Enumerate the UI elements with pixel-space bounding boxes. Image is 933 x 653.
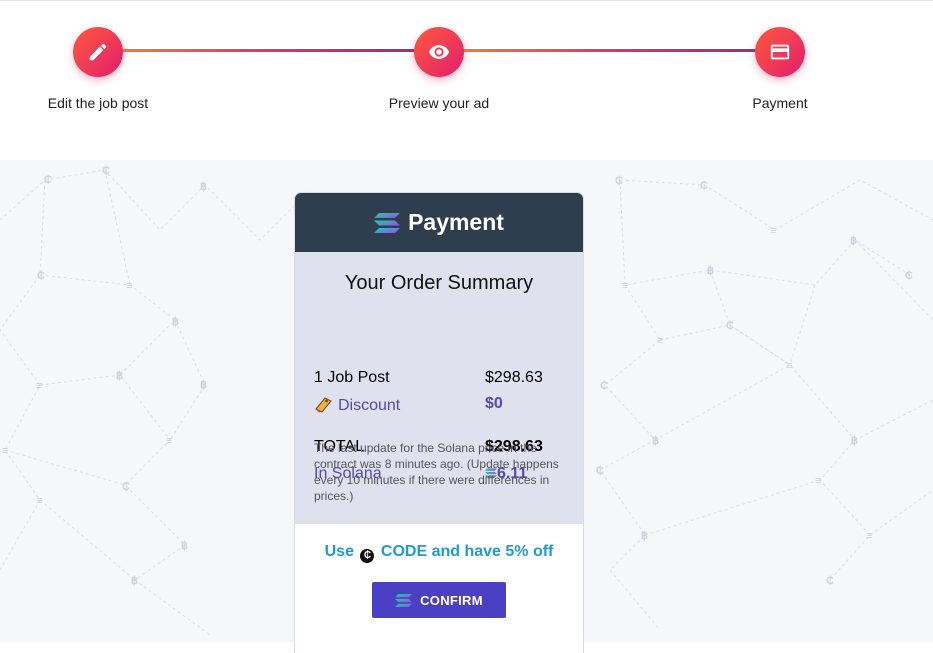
discount-label-wrap: Discount: [314, 395, 400, 415]
svg-text:฿: ฿: [181, 540, 188, 552]
svg-text:₵: ₵: [905, 270, 913, 282]
svg-text:≡: ≡: [126, 280, 132, 292]
order-summary-title: Your Order Summary: [344, 272, 534, 294]
svg-text:₵: ₵: [700, 180, 708, 192]
coin-icon: ₵: [360, 549, 375, 563]
svg-text:₵: ₵: [726, 320, 734, 332]
svg-text:₵: ₵: [600, 380, 608, 392]
discount-label: Discount: [338, 397, 401, 414]
svg-text:≡: ≡: [657, 335, 663, 347]
step-label-edit: Edit the job post: [47, 95, 149, 111]
svg-text:฿: ฿: [131, 575, 138, 587]
order-summary: Your Order Summary 1 Job Post $298.63 Di…: [295, 252, 583, 524]
confirm-label: CONFIRM: [420, 592, 483, 608]
step-label-preview: Preview your ad: [388, 95, 490, 111]
svg-text:฿: ฿: [116, 370, 123, 382]
svg-text:₵: ₵: [596, 465, 604, 477]
payment-card-title: Payment: [408, 209, 504, 235]
payment-card: Payment Your Order Summary 1 Job Post $2…: [295, 193, 583, 653]
promo-suffix: CODE and have 5% off: [380, 543, 554, 560]
price-update-note: The last update for the Solana price in …: [314, 441, 559, 503]
svg-text:₵: ₵: [102, 165, 110, 177]
svg-text:฿: ฿: [652, 435, 659, 447]
solana-button-icon: [395, 593, 413, 607]
confirm-button[interactable]: CONFIRM: [372, 582, 506, 618]
step-edit-button[interactable]: [73, 27, 123, 77]
svg-text:฿: ฿: [200, 379, 207, 391]
svg-text:฿: ฿: [641, 530, 648, 542]
svg-text:≡: ≡: [2, 445, 8, 457]
svg-text:₵: ₵: [826, 575, 834, 587]
svg-text:₵: ₵: [615, 175, 623, 187]
svg-text:≡: ≡: [786, 360, 792, 372]
svg-text:฿: ฿: [707, 265, 714, 277]
step-payment-button[interactable]: [755, 27, 805, 77]
step-connector-1: [98, 49, 439, 52]
svg-text:฿: ฿: [851, 435, 858, 447]
svg-text:₵: ₵: [122, 481, 130, 493]
svg-text:≡: ≡: [36, 495, 42, 507]
promo-prefix: Use: [324, 543, 354, 560]
discount-value: $0: [485, 395, 503, 412]
job-post-label: 1 Job Post: [314, 369, 390, 386]
svg-text:฿: ฿: [200, 181, 207, 193]
svg-text:≡: ≡: [866, 530, 872, 542]
job-post-value: $298.63: [485, 369, 543, 386]
promo-text: Use ₵ CODE and have 5% off: [295, 543, 583, 563]
svg-text:≡: ≡: [815, 475, 821, 487]
svg-text:≡: ≡: [770, 225, 776, 237]
discount-tag-icon: [315, 397, 332, 413]
pencil-icon: [89, 43, 107, 61]
step-label-payment: Payment: [752, 95, 808, 111]
svg-text:≡: ≡: [36, 380, 42, 392]
svg-text:₵: ₵: [37, 270, 45, 282]
credit-card-icon: [770, 44, 790, 60]
progress-stepper: Edit the job post Preview your ad Paymen…: [0, 0, 933, 161]
svg-text:≡: ≡: [166, 435, 172, 447]
payment-card-header: Payment: [295, 193, 583, 252]
svg-text:≡: ≡: [622, 280, 628, 292]
svg-text:฿: ฿: [850, 235, 857, 247]
svg-text:฿: ฿: [172, 316, 179, 328]
step-preview-button[interactable]: [414, 27, 464, 77]
solana-logo-icon: [374, 212, 401, 233]
step-connector-2: [439, 49, 780, 52]
svg-text:₵: ₵: [44, 174, 52, 186]
eye-icon: [428, 45, 450, 59]
